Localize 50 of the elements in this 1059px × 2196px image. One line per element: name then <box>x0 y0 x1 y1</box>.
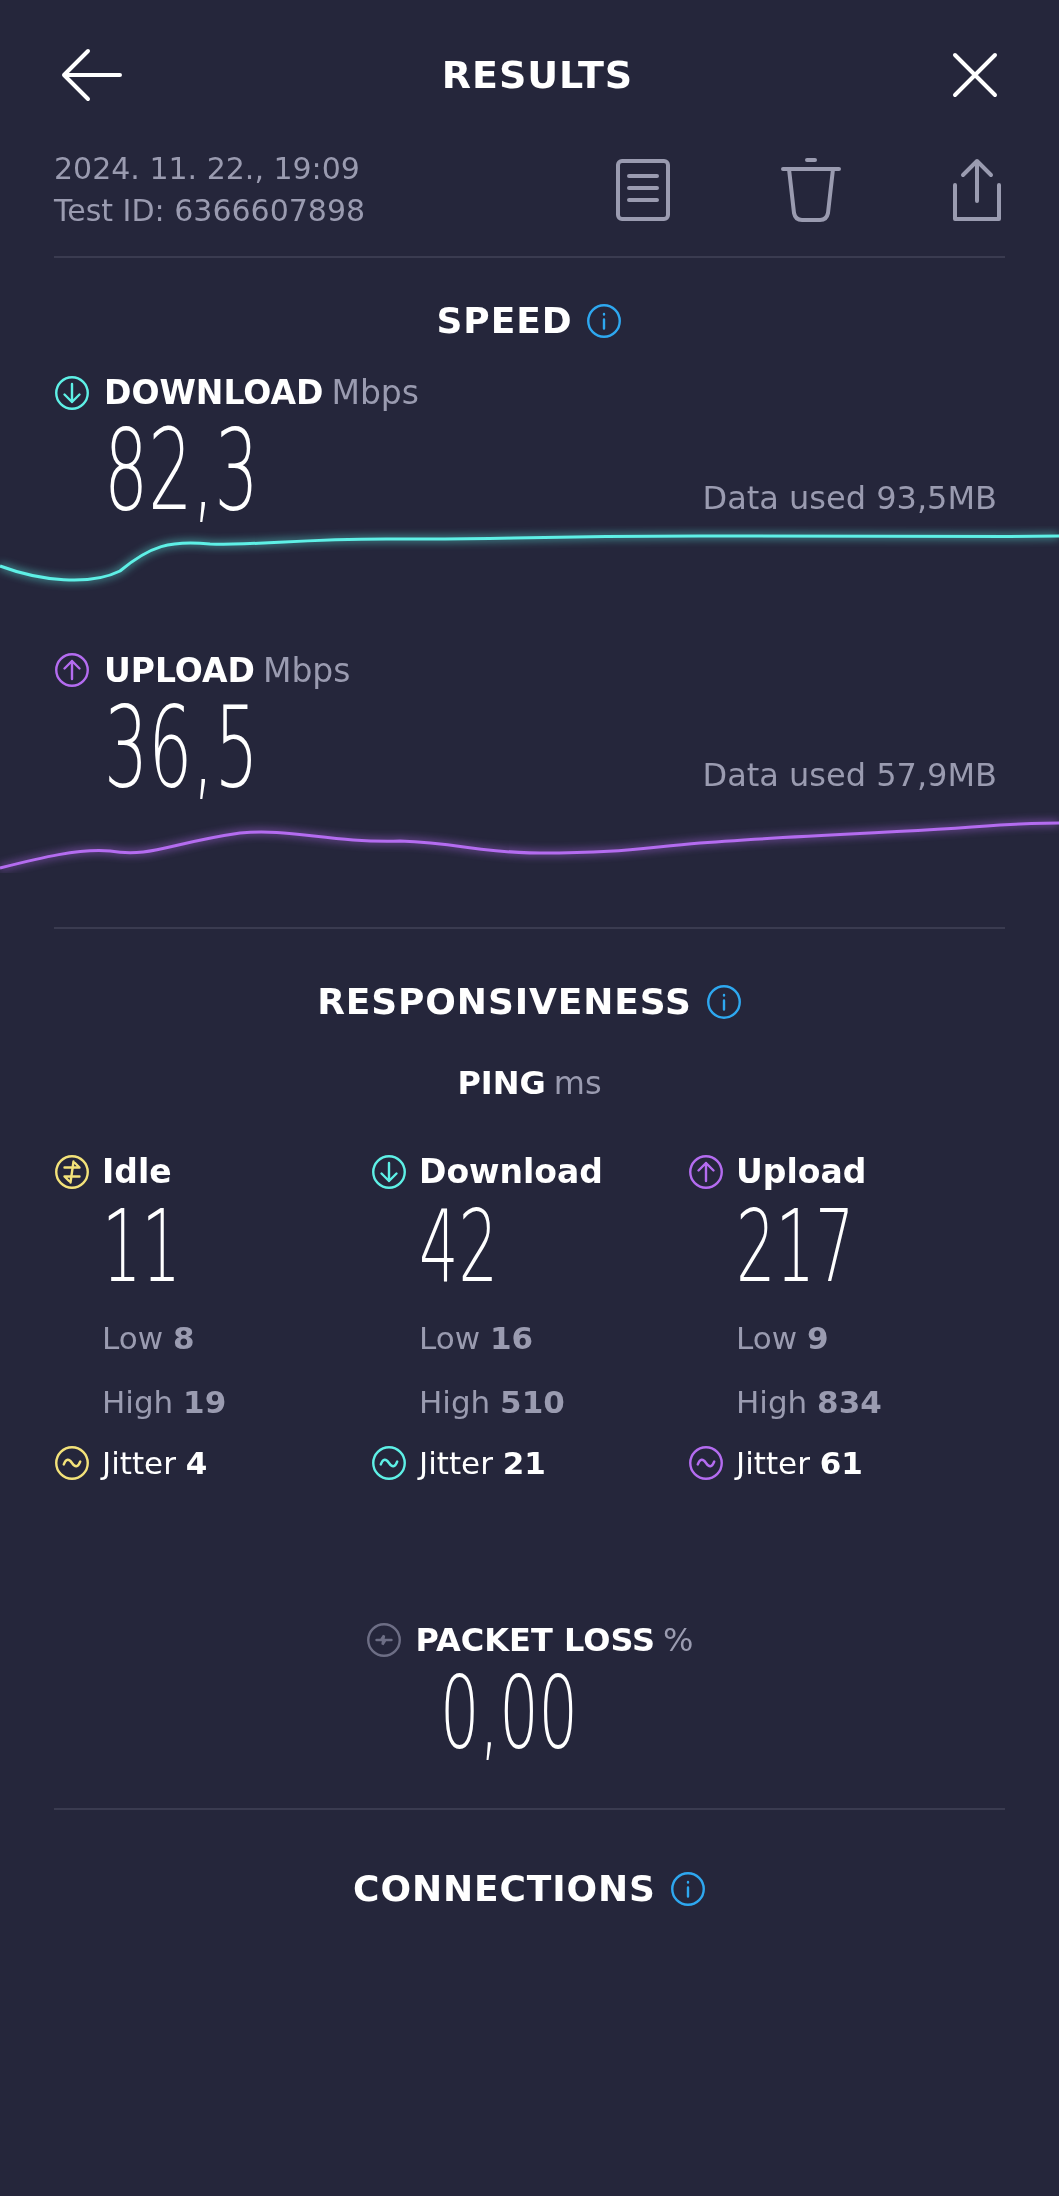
ping-unit: ms <box>553 1063 602 1104</box>
speed-value: 82,3 <box>104 413 259 526</box>
section-title: CONNECTIONS <box>353 1867 656 1911</box>
test-id: Test ID: 6366607898 <box>54 192 366 230</box>
ping-value: 42 <box>419 1196 498 1297</box>
info-icon[interactable] <box>669 1871 706 1907</box>
metric-unit: Mbps <box>262 649 351 692</box>
section-title: RESPONSIVENESS <box>317 980 692 1024</box>
data-used: Data used 57,9MB <box>702 755 997 796</box>
ping-low: Low 16 <box>418 1318 535 1358</box>
ping-high: High 834 <box>735 1383 883 1422</box>
ping-value: 11 <box>102 1196 181 1297</box>
metric-label: DOWNLOAD <box>104 372 324 414</box>
exchange-circle-icon <box>54 1153 90 1190</box>
test-date: 2024. 11. 22., 19:09 <box>54 150 361 188</box>
ping-high: High 510 <box>418 1383 566 1422</box>
screen-title: RESULTS <box>441 51 634 99</box>
ping-phase-label: Idle <box>102 1151 172 1193</box>
wave-circle-icon <box>371 1444 407 1481</box>
data-used: Data used 93,5MB <box>702 477 997 519</box>
info-icon[interactable] <box>586 303 623 339</box>
ping-low: Low 9 <box>735 1318 830 1358</box>
arrow-down-circle-icon <box>371 1153 407 1190</box>
ping-label: PING <box>457 1063 546 1104</box>
ping-phase-label: Upload <box>736 1151 867 1193</box>
arrow-up-circle-icon <box>688 1153 724 1190</box>
trash-icon[interactable] <box>781 157 841 223</box>
metric-unit: Mbps <box>331 372 419 414</box>
document-icon[interactable] <box>615 158 671 222</box>
ping-low: Low 8 <box>101 1318 196 1358</box>
packet-loss-label: PACKET LOSS <box>415 1620 656 1661</box>
packet-loss-value: 0,00 <box>439 1664 578 1764</box>
ping-high: High 19 <box>101 1383 228 1422</box>
jitter-value: Jitter 61 <box>736 1443 863 1483</box>
arrow-up-circle-icon <box>54 652 90 689</box>
arrow-down-circle-icon <box>54 374 90 411</box>
wave-circle-icon <box>688 1444 724 1481</box>
pulse-circle-icon <box>365 1622 402 1658</box>
jitter-value: Jitter 21 <box>419 1443 546 1483</box>
packet-loss-unit: % <box>663 1620 694 1661</box>
close-icon[interactable] <box>951 51 999 99</box>
share-icon[interactable] <box>951 157 1003 223</box>
ping-value: 217 <box>736 1196 855 1297</box>
info-icon[interactable] <box>705 984 742 1020</box>
jitter-value: Jitter 4 <box>102 1443 208 1483</box>
metric-label: UPLOAD <box>104 649 255 692</box>
speed-value: 36,5 <box>104 691 259 803</box>
ping-phase-label: Download <box>419 1151 603 1193</box>
wave-circle-icon <box>54 1444 90 1481</box>
section-title: SPEED <box>436 299 573 343</box>
